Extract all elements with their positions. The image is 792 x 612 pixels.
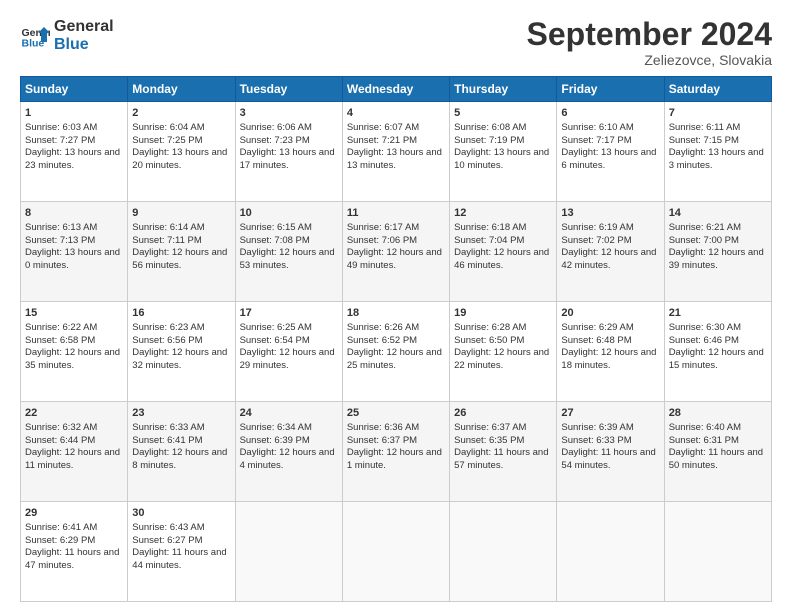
day-cell-13: 13 Sunrise: 6:19 AMSunset: 7:02 PMDaylig… [557, 202, 664, 302]
day-cell-8: 8 Sunrise: 6:13 AMSunset: 7:13 PMDayligh… [21, 202, 128, 302]
title-block: September 2024 Zeliezovce, Slovakia [527, 18, 772, 68]
day-cell-11: 11 Sunrise: 6:17 AMSunset: 7:06 PMDaylig… [342, 202, 449, 302]
month-title: September 2024 [527, 18, 772, 50]
week-row-2: 8 Sunrise: 6:13 AMSunset: 7:13 PMDayligh… [21, 202, 772, 302]
day-cell-29: 29 Sunrise: 6:41 AMSunset: 6:29 PMDaylig… [21, 502, 128, 602]
day-cell-21: 21 Sunrise: 6:30 AMSunset: 6:46 PMDaylig… [664, 302, 771, 402]
week-row-3: 15 Sunrise: 6:22 AMSunset: 6:58 PMDaylig… [21, 302, 772, 402]
week-row-1: 1 Sunrise: 6:03 AMSunset: 7:27 PMDayligh… [21, 102, 772, 202]
day-cell-15: 15 Sunrise: 6:22 AMSunset: 6:58 PMDaylig… [21, 302, 128, 402]
day-cell-23: 23 Sunrise: 6:33 AMSunset: 6:41 PMDaylig… [128, 402, 235, 502]
location: Zeliezovce, Slovakia [527, 52, 772, 68]
empty-cell-3 [450, 502, 557, 602]
day-cell-12: 12 Sunrise: 6:18 AMSunset: 7:04 PMDaylig… [450, 202, 557, 302]
logo-blue: Blue [54, 36, 114, 54]
day-cell-25: 25 Sunrise: 6:36 AMSunset: 6:37 PMDaylig… [342, 402, 449, 502]
day-cell-30: 30 Sunrise: 6:43 AMSunset: 6:27 PMDaylig… [128, 502, 235, 602]
day-cell-1: 1 Sunrise: 6:03 AMSunset: 7:27 PMDayligh… [21, 102, 128, 202]
day-cell-22: 22 Sunrise: 6:32 AMSunset: 6:44 PMDaylig… [21, 402, 128, 502]
svg-text:Blue: Blue [22, 37, 45, 49]
page: General Blue General Blue September 2024… [0, 0, 792, 612]
day-cell-27: 27 Sunrise: 6:39 AMSunset: 6:33 PMDaylig… [557, 402, 664, 502]
day-cell-28: 28 Sunrise: 6:40 AMSunset: 6:31 PMDaylig… [664, 402, 771, 502]
col-saturday: Saturday [664, 77, 771, 102]
day-cell-24: 24 Sunrise: 6:34 AMSunset: 6:39 PMDaylig… [235, 402, 342, 502]
day-cell-10: 10 Sunrise: 6:15 AMSunset: 7:08 PMDaylig… [235, 202, 342, 302]
day-cell-20: 20 Sunrise: 6:29 AMSunset: 6:48 PMDaylig… [557, 302, 664, 402]
day-cell-18: 18 Sunrise: 6:26 AMSunset: 6:52 PMDaylig… [342, 302, 449, 402]
col-monday: Monday [128, 77, 235, 102]
day-cell-6: 6 Sunrise: 6:10 AMSunset: 7:17 PMDayligh… [557, 102, 664, 202]
header: General Blue General Blue September 2024… [20, 18, 772, 68]
col-friday: Friday [557, 77, 664, 102]
day-cell-9: 9 Sunrise: 6:14 AMSunset: 7:11 PMDayligh… [128, 202, 235, 302]
day-cell-26: 26 Sunrise: 6:37 AMSunset: 6:35 PMDaylig… [450, 402, 557, 502]
empty-cell-5 [664, 502, 771, 602]
day-cell-4: 4 Sunrise: 6:07 AMSunset: 7:21 PMDayligh… [342, 102, 449, 202]
day-cell-19: 19 Sunrise: 6:28 AMSunset: 6:50 PMDaylig… [450, 302, 557, 402]
day-cell-7: 7 Sunrise: 6:11 AMSunset: 7:15 PMDayligh… [664, 102, 771, 202]
day-cell-5: 5 Sunrise: 6:08 AMSunset: 7:19 PMDayligh… [450, 102, 557, 202]
week-row-5: 29 Sunrise: 6:41 AMSunset: 6:29 PMDaylig… [21, 502, 772, 602]
calendar-table: Sunday Monday Tuesday Wednesday Thursday… [20, 76, 772, 602]
col-thursday: Thursday [450, 77, 557, 102]
logo: General Blue General Blue [20, 18, 114, 53]
col-sunday: Sunday [21, 77, 128, 102]
weekday-header-row: Sunday Monday Tuesday Wednesday Thursday… [21, 77, 772, 102]
day-cell-14: 14 Sunrise: 6:21 AMSunset: 7:00 PMDaylig… [664, 202, 771, 302]
col-tuesday: Tuesday [235, 77, 342, 102]
empty-cell-2 [342, 502, 449, 602]
day-cell-2: 2 Sunrise: 6:04 AMSunset: 7:25 PMDayligh… [128, 102, 235, 202]
day-cell-16: 16 Sunrise: 6:23 AMSunset: 6:56 PMDaylig… [128, 302, 235, 402]
empty-cell-1 [235, 502, 342, 602]
empty-cell-4 [557, 502, 664, 602]
col-wednesday: Wednesday [342, 77, 449, 102]
week-row-4: 22 Sunrise: 6:32 AMSunset: 6:44 PMDaylig… [21, 402, 772, 502]
logo-icon: General Blue [20, 21, 50, 51]
day-cell-3: 3 Sunrise: 6:06 AMSunset: 7:23 PMDayligh… [235, 102, 342, 202]
logo-general: General [54, 18, 114, 36]
day-cell-17: 17 Sunrise: 6:25 AMSunset: 6:54 PMDaylig… [235, 302, 342, 402]
